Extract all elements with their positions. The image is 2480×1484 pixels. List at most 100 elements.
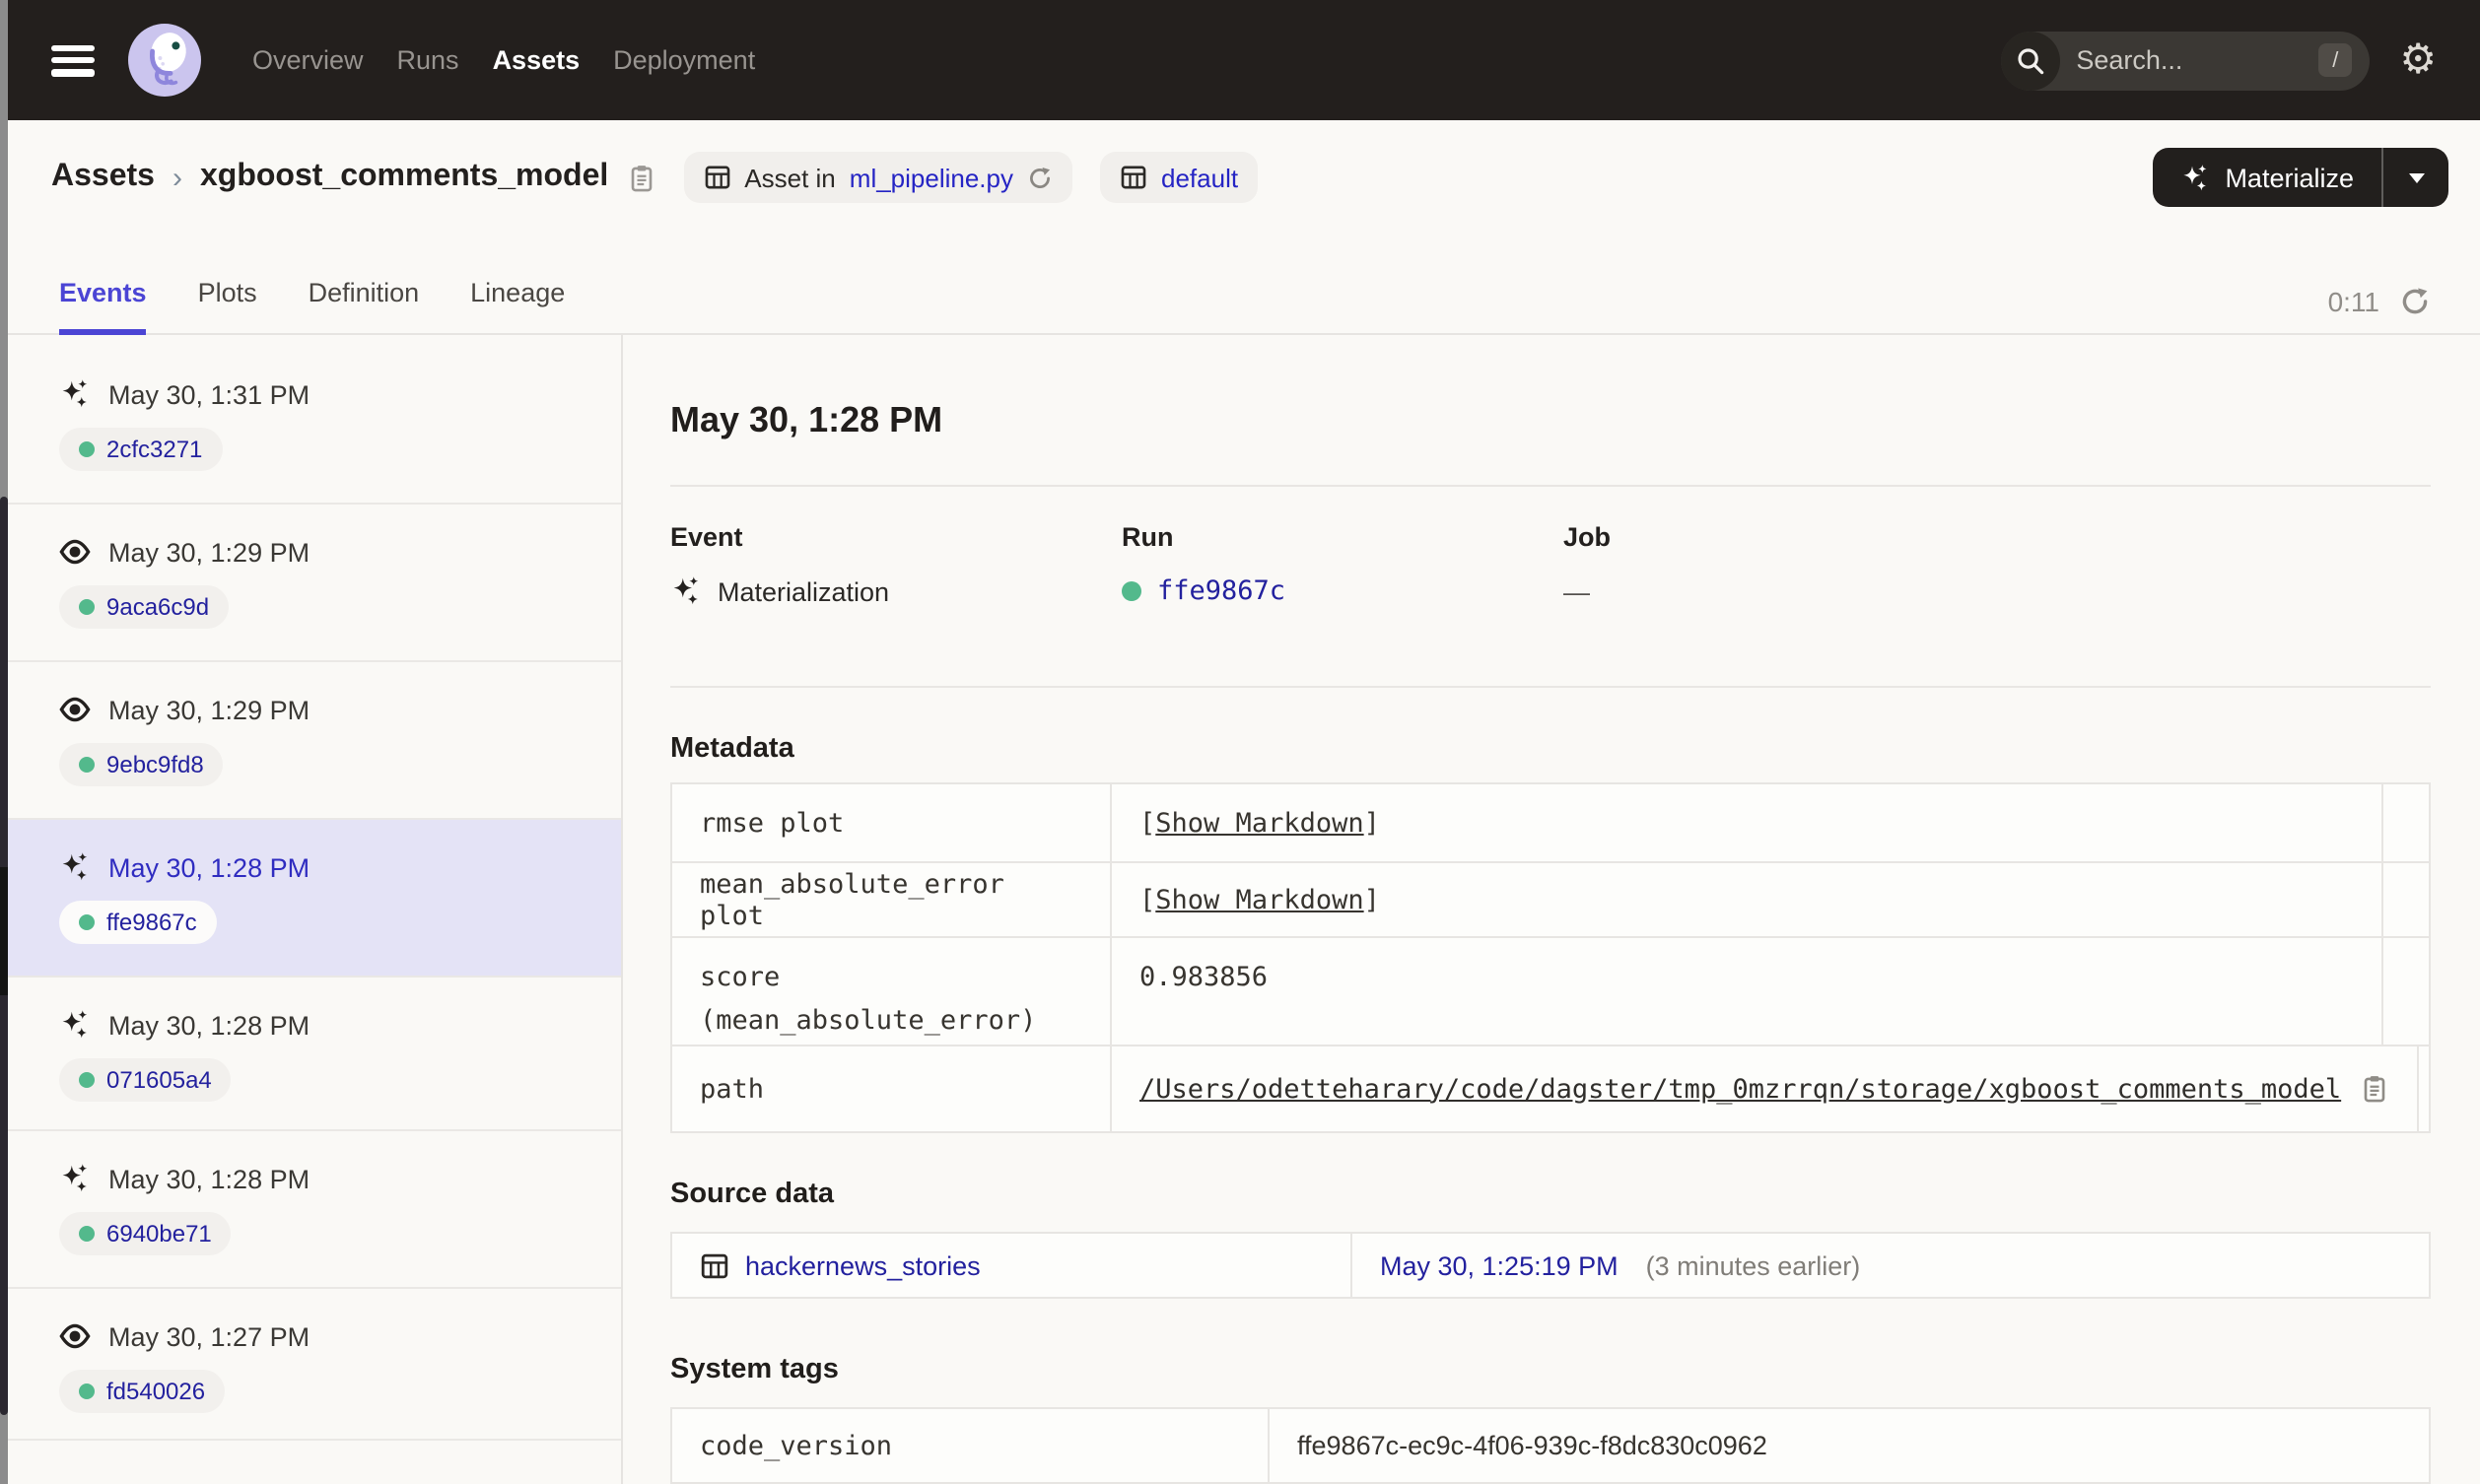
top-nav: Overview Runs Assets Deployment Search..… — [8, 0, 2480, 120]
asset-location-badge[interactable]: Asset in ml_pipeline.py — [683, 152, 1072, 203]
event-list-item[interactable]: May 30, 1:28 PM 6940be71 — [8, 1131, 621, 1289]
copy-path-icon[interactable] — [2359, 1074, 2388, 1104]
search-placeholder: Search... — [2076, 45, 2183, 75]
source-time-link[interactable]: May 30, 1:25:19 PM — [1380, 1250, 1619, 1280]
dagster-logo-icon[interactable] — [128, 24, 201, 97]
run-id-link[interactable]: 2cfc3271 — [106, 436, 202, 463]
asset-location-file-link[interactable]: ml_pipeline.py — [850, 163, 1013, 192]
table-icon — [703, 164, 730, 191]
run-tag[interactable]: fd540026 — [59, 1370, 226, 1413]
observation-eye-icon — [59, 1320, 91, 1352]
path-link[interactable]: /Users/odetteharary/code/dagster/tmp_0mz… — [1139, 1073, 2341, 1105]
event-run-job-summary: Event Materialization Run ffe9867c Job — — [670, 487, 2431, 611]
table-row: score (mean_absolute_error) 0.983856 — [672, 936, 2429, 1045]
event-list-item[interactable]: May 30, 1:28 PM 071605a4 — [8, 978, 621, 1131]
page-title: xgboost_comments_model — [199, 160, 609, 193]
table-row: mean_absolute_error plot [Show Markdown] — [672, 861, 2429, 936]
metadata-value: 0.983856 — [1110, 938, 2381, 1045]
job-empty-value: — — [1563, 576, 1590, 606]
table-cell-empty — [2416, 1046, 2463, 1131]
observation-eye-icon — [59, 694, 91, 725]
run-id-link[interactable]: 071605a4 — [106, 1066, 212, 1094]
run-tag[interactable]: 6940be71 — [59, 1212, 232, 1255]
tab-plots[interactable]: Plots — [198, 278, 257, 335]
nav-item-runs[interactable]: Runs — [397, 45, 459, 75]
menu-icon[interactable] — [51, 44, 95, 76]
tab-lineage[interactable]: Lineage — [470, 278, 565, 335]
source-data-heading: Source data — [670, 1179, 834, 1210]
run-status-dot — [79, 757, 95, 773]
metadata-key: rmse plot — [700, 807, 845, 839]
nav-item-assets[interactable]: Assets — [493, 45, 581, 75]
materialize-label: Materialize — [2225, 163, 2354, 192]
tab-definition[interactable]: Definition — [309, 278, 420, 335]
materialization-sparkle-icon — [59, 851, 91, 883]
materialization-sparkle-icon — [670, 575, 702, 607]
run-id-link[interactable]: 6940be71 — [106, 1220, 212, 1248]
event-time: May 30, 1:27 PM — [108, 1321, 310, 1351]
source-asset-cell: hackernews_stories — [672, 1234, 1350, 1297]
metadata-key: score (mean_absolute_error) — [700, 962, 1037, 1037]
event-list-item[interactable]: May 30, 1:29 PM 9aca6c9d — [8, 505, 621, 662]
materialize-dropdown-button[interactable] — [2383, 148, 2448, 207]
refresh-icon[interactable] — [2399, 286, 2431, 317]
table-icon — [1120, 164, 1147, 191]
event-list-item[interactable]: May 30, 1:31 PM 2cfc3271 — [8, 335, 621, 505]
left-scrollbar-track[interactable] — [0, 0, 8, 1484]
gear-icon[interactable]: ⚙ — [2399, 38, 2437, 81]
materialize-button[interactable]: Materialize — [2152, 148, 2381, 207]
asset-location-prefix: Asset in — [744, 163, 836, 192]
asset-tabs: Events Plots Definition Lineage — [59, 278, 565, 335]
event-detail-title: May 30, 1:28 PM — [670, 400, 943, 439]
system-tags-heading: System tags — [670, 1354, 839, 1385]
run-status-dot — [1122, 581, 1141, 601]
event-list-item[interactable]: May 30, 1:27 PM fd540026 — [8, 1289, 621, 1441]
run-id-link[interactable]: 9aca6c9d — [106, 593, 209, 621]
search-input[interactable]: Search... / — [2001, 31, 2371, 90]
show-markdown-link[interactable]: [Show Markdown] — [1139, 884, 1380, 915]
run-tag[interactable]: 9ebc9fd8 — [59, 743, 224, 786]
nav-item-deployment[interactable]: Deployment — [613, 45, 755, 75]
event-time: May 30, 1:29 PM — [108, 695, 310, 724]
run-tag[interactable]: 2cfc3271 — [59, 428, 223, 471]
search-shortcut-badge: / — [2318, 43, 2353, 77]
run-status-dot — [79, 599, 95, 615]
sparkle-icon — [2179, 163, 2209, 192]
breadcrumb: Assets › xgboost_comments_model Asset in… — [51, 148, 2448, 207]
event-list-item[interactable]: May 30, 1:29 PM 9ebc9fd8 — [8, 662, 621, 820]
nav-item-overview[interactable]: Overview — [252, 45, 364, 75]
asset-group-badge[interactable]: default — [1100, 152, 1259, 203]
system-tags-table: code_version ffe9867c-ec9c-4f06-939c-f8d… — [670, 1407, 2431, 1484]
run-status-dot — [79, 1072, 95, 1088]
event-time: May 30, 1:28 PM — [108, 1164, 310, 1193]
event-list-item-selected[interactable]: May 30, 1:28 PM ffe9867c — [8, 820, 621, 978]
search-icon — [2001, 31, 2061, 90]
run-status-dot — [79, 1226, 95, 1242]
event-type-value: Materialization — [718, 576, 890, 606]
run-id-link[interactable]: ffe9867c — [1157, 575, 1285, 607]
source-asset-link[interactable]: hackernews_stories — [745, 1250, 981, 1280]
run-tag[interactable]: 071605a4 — [59, 1058, 232, 1102]
show-markdown-link[interactable]: [Show Markdown] — [1139, 807, 1380, 839]
run-tag[interactable]: 9aca6c9d — [59, 585, 230, 629]
run-id-link[interactable]: ffe9867c — [106, 909, 197, 936]
reload-code-location-icon[interactable] — [1027, 165, 1053, 190]
run-status-dot — [79, 1383, 95, 1399]
observation-eye-icon — [59, 536, 91, 568]
breadcrumb-separator: › — [172, 161, 182, 194]
run-id-link[interactable]: 9ebc9fd8 — [106, 751, 204, 778]
copy-asset-name-icon[interactable] — [626, 163, 655, 192]
run-status-dot — [79, 914, 95, 930]
tab-events[interactable]: Events — [59, 278, 147, 335]
asset-group-link[interactable]: default — [1161, 163, 1238, 192]
run-column: Run ffe9867c — [1122, 522, 1563, 611]
breadcrumb-assets-link[interactable]: Assets — [51, 160, 155, 195]
run-tag[interactable]: ffe9867c — [59, 901, 217, 944]
materialization-sparkle-icon — [59, 1163, 91, 1194]
table-row: path /Users/odetteharary/code/dagster/tm… — [672, 1045, 2429, 1131]
metadata-table: rmse plot [Show Markdown] mean_absolute_… — [670, 782, 2431, 1133]
run-id-link[interactable]: fd540026 — [106, 1378, 205, 1405]
event-column: Event Materialization — [670, 522, 1122, 611]
materialization-sparkle-icon — [59, 1009, 91, 1041]
event-label: Event — [670, 522, 743, 552]
